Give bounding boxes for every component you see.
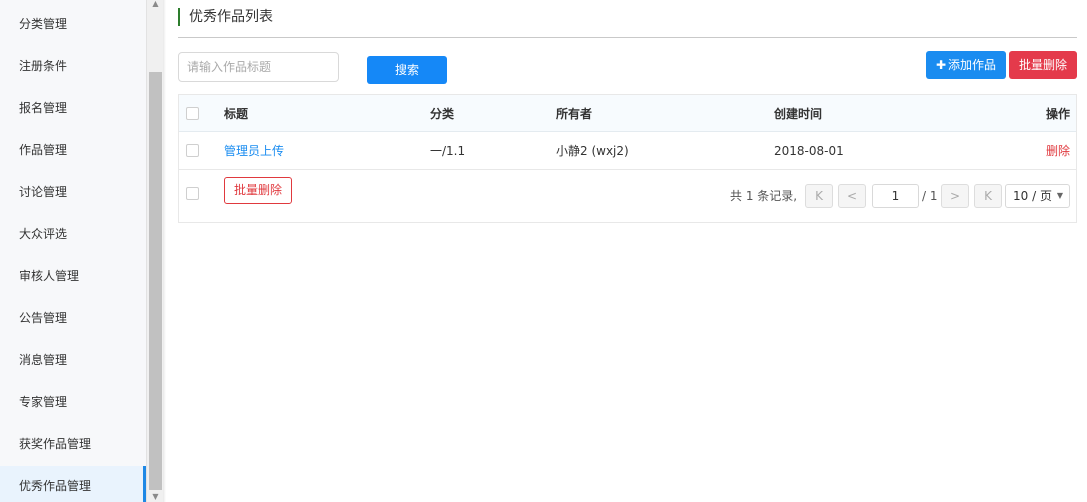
page-size-select[interactable]: 10 / 页 ▼ <box>1005 184 1070 208</box>
chevron-down-icon: ▼ <box>1056 191 1063 200</box>
main-content: 优秀作品列表 搜索 ✚添加作品 批量删除 标题 分类 所有者 创建时间 操作 管… <box>166 0 1087 502</box>
row-title-link[interactable]: 管理员上传 <box>224 132 284 169</box>
page-number-input[interactable] <box>872 184 919 208</box>
scroll-thumb[interactable] <box>149 72 162 490</box>
sidebar-scrollbar[interactable]: ▲ ▼ <box>146 0 163 502</box>
header-owner: 所有者 <box>556 106 593 121</box>
total-pages: / 1 <box>922 189 938 203</box>
footer-batch-delete-button[interactable]: 批量删除 <box>224 177 292 204</box>
add-work-label: 添加作品 <box>948 58 997 72</box>
sidebar-item-discussion[interactable]: 讨论管理 <box>0 172 146 212</box>
last-page-icon[interactable]: K <box>974 184 1002 208</box>
sidebar-item-public-vote[interactable]: 大众评选 <box>0 214 146 254</box>
table-header: 标题 分类 所有者 创建时间 操作 <box>179 95 1076 132</box>
works-table: 标题 分类 所有者 创建时间 操作 管理员上传 一/1.1 小静2 (wxj2)… <box>178 94 1077 223</box>
page-title: 优秀作品列表 <box>178 8 273 26</box>
sidebar-item-reviewers[interactable]: 审核人管理 <box>0 256 146 296</box>
next-page-icon[interactable]: > <box>941 184 969 208</box>
row-checkbox[interactable] <box>186 144 199 157</box>
search-input[interactable] <box>178 52 339 82</box>
select-all-cell <box>186 95 199 131</box>
sidebar-item-works[interactable]: 作品管理 <box>0 130 146 170</box>
batch-delete-button[interactable]: 批量删除 <box>1009 51 1077 79</box>
sidebar-item-experts[interactable]: 专家管理 <box>0 382 146 422</box>
table-footer: 批量删除 共 1 条记录, K < / 1 > K 10 / 页 ▼ <box>179 170 1076 222</box>
row-created: 2018-08-01 <box>774 143 844 158</box>
row-delete-link[interactable]: 删除 <box>1046 132 1070 169</box>
sidebar-item-registration[interactable]: 注册条件 <box>0 46 146 86</box>
sidebar-item-signup[interactable]: 报名管理 <box>0 88 146 128</box>
header-category: 分类 <box>430 106 455 121</box>
select-all-checkbox[interactable] <box>186 106 199 120</box>
table-row: 管理员上传 一/1.1 小静2 (wxj2) 2018-08-01 删除 <box>179 132 1076 170</box>
add-work-button[interactable]: ✚ 添加作品 <box>926 51 1006 79</box>
header-created: 创建时间 <box>774 106 823 121</box>
row-select-cell <box>186 132 199 169</box>
row-category: 一/1.1 <box>430 144 466 158</box>
sidebar: 分类管理 注册条件 报名管理 作品管理 讨论管理 大众评选 审核人管理 公告管理… <box>0 0 146 502</box>
row-owner: 小静2 (wxj2) <box>556 144 629 158</box>
first-page-icon[interactable]: K <box>805 184 833 208</box>
footer-checkbox[interactable] <box>186 186 199 200</box>
sidebar-item-messages[interactable]: 消息管理 <box>0 340 146 380</box>
sidebar-item-announcements[interactable]: 公告管理 <box>0 298 146 338</box>
header-actions: 操作 <box>1046 106 1071 121</box>
pagination-summary: 共 1 条记录, <box>730 189 798 203</box>
footer-select-cell <box>186 174 199 212</box>
page-size-value: 10 / 页 <box>1013 189 1052 203</box>
scroll-up-arrow-icon[interactable]: ▲ <box>147 0 164 10</box>
sidebar-item-category[interactable]: 分类管理 <box>0 4 146 44</box>
prev-page-icon[interactable]: < <box>838 184 866 208</box>
sidebar-item-excellent-works[interactable]: 优秀作品管理 <box>0 466 146 502</box>
scroll-down-arrow-icon[interactable]: ▼ <box>147 491 164 502</box>
sidebar-item-awarded-works[interactable]: 获奖作品管理 <box>0 424 146 464</box>
search-button[interactable]: 搜索 <box>367 56 447 84</box>
header-title: 标题 <box>224 106 249 121</box>
title-divider <box>178 37 1077 38</box>
plus-icon: ✚ <box>935 58 947 72</box>
